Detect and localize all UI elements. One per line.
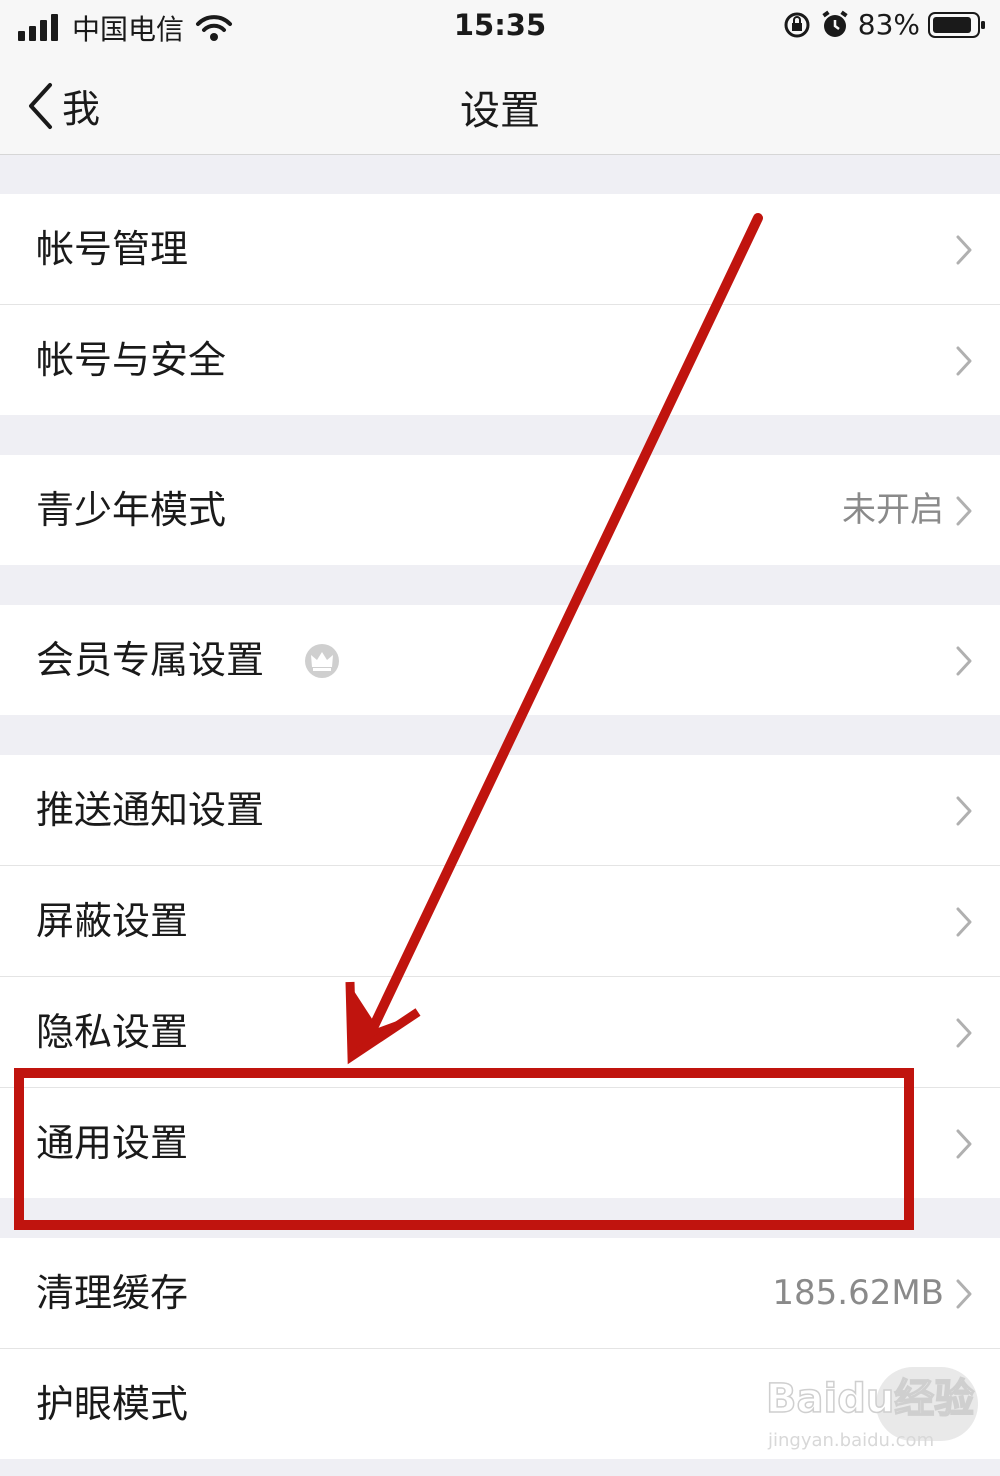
watermark-subtext: jingyan.baidu.com <box>767 1430 934 1451</box>
annotation-arrow <box>345 213 763 1065</box>
baidu-jingyan-watermark: Baidu经验 jingyan.baidu.com <box>765 1375 975 1451</box>
watermark-text: Baidu经验 <box>766 1376 974 1422</box>
annotation-highlight-box <box>14 1068 914 1230</box>
